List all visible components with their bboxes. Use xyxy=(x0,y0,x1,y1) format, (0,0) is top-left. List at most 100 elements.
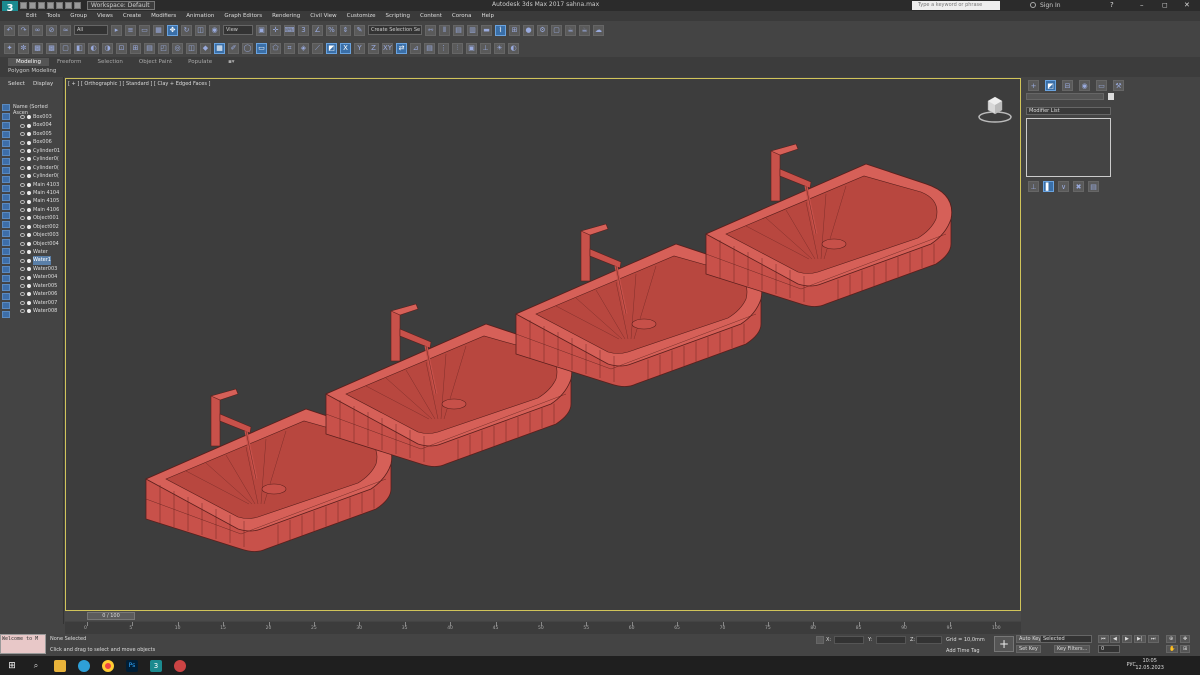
menu-edit[interactable]: Edit xyxy=(26,13,37,19)
ribbon-toggle-icon[interactable]: ▬ xyxy=(481,24,492,36)
maxscript-listener[interactable]: Welcome to M xyxy=(0,634,46,654)
key-mode-dropdown[interactable]: Selected xyxy=(1040,635,1092,643)
axis-xy-icon[interactable]: XY xyxy=(382,42,393,54)
next-frame-icon[interactable]: ▶| xyxy=(1134,635,1146,643)
align-icon[interactable]: ⫴ xyxy=(439,24,450,36)
more-icon[interactable] xyxy=(74,2,81,9)
scene-object-item[interactable]: Main 4103 xyxy=(20,181,60,189)
menu-corona[interactable]: Corona xyxy=(452,13,472,19)
3dsmax-taskbar-icon[interactable]: 3 xyxy=(150,659,162,672)
windows-start-icon[interactable]: ⊞ xyxy=(6,660,18,672)
filter-icon[interactable] xyxy=(2,104,10,111)
scene-object-item[interactable]: Cylinder0( xyxy=(20,155,60,163)
scene-object-item[interactable]: Main 4105 xyxy=(20,197,60,205)
scene-object-item[interactable]: Water005 xyxy=(20,282,60,290)
snap-edge-icon[interactable]: ⟋ xyxy=(312,42,323,54)
window-crossing-icon[interactable]: ▦ xyxy=(153,24,164,36)
place-highlight-icon[interactable]: ☀ xyxy=(494,42,505,54)
isolate-icon[interactable]: ◐ xyxy=(88,42,99,54)
snap-grid-icon[interactable]: ⌗ xyxy=(284,42,295,54)
go-end-icon[interactable]: ⏭ xyxy=(1148,635,1159,643)
ribbon-tab-object-paint[interactable]: Object Paint xyxy=(131,58,180,66)
visibility-eye-icon[interactable] xyxy=(20,233,25,238)
scene-object-item[interactable]: Box004 xyxy=(20,121,60,129)
visibility-eye-icon[interactable] xyxy=(20,123,25,128)
filter-icon[interactable] xyxy=(2,311,10,318)
object-color-swatch[interactable] xyxy=(1108,93,1114,100)
link-icon[interactable]: ∞ xyxy=(32,24,43,36)
pan-icon[interactable]: ✋ xyxy=(1166,645,1179,653)
scene-object-item[interactable]: Object004 xyxy=(20,240,60,248)
select-rotate-icon[interactable]: ↻ xyxy=(181,24,192,36)
display-tab-icon[interactable]: ▭ xyxy=(1096,80,1107,91)
filter-icon[interactable] xyxy=(2,302,10,309)
select-manipulate-icon[interactable]: ✛ xyxy=(270,24,281,36)
filter-icon[interactable] xyxy=(2,230,10,237)
close-icon[interactable]: ✕ xyxy=(1184,1,1190,9)
filter-icon[interactable] xyxy=(2,149,10,156)
undo-icon[interactable]: ↶ xyxy=(4,24,15,36)
filter-icon[interactable] xyxy=(2,239,10,246)
ribbon-tab-populate[interactable]: Populate xyxy=(180,58,220,66)
snap-face-icon[interactable]: ◩ xyxy=(326,42,337,54)
visibility-eye-icon[interactable] xyxy=(20,182,25,187)
scene-object-item[interactable]: Water006 xyxy=(20,290,60,298)
menu-views[interactable]: Views xyxy=(97,13,113,19)
search-icon[interactable]: ⌕ xyxy=(30,660,42,672)
filter-icon[interactable] xyxy=(2,248,10,255)
axis-x-icon[interactable]: X xyxy=(340,42,351,54)
show-end-result-icon[interactable]: ▌ xyxy=(1043,181,1054,192)
box-mode-icon[interactable]: ▢ xyxy=(60,42,71,54)
filter-icon[interactable] xyxy=(2,293,10,300)
visibility-eye-icon[interactable] xyxy=(20,250,25,255)
mirror-icon[interactable]: ⇿ xyxy=(425,24,436,36)
select-tool-icon[interactable]: ▦ xyxy=(214,42,225,54)
container-icon[interactable]: ▤ xyxy=(144,42,155,54)
x-coordinate-field[interactable] xyxy=(834,636,864,644)
menu-rendering[interactable]: Rendering xyxy=(272,13,300,19)
opera-icon[interactable] xyxy=(174,659,186,672)
scene-object-item[interactable]: Object001 xyxy=(20,214,60,222)
select-scale-icon[interactable]: ◫ xyxy=(195,24,206,36)
scene-object-item[interactable]: Main 4106 xyxy=(20,206,60,214)
visibility-eye-icon[interactable] xyxy=(20,216,25,221)
scene-object-item[interactable]: Water008 xyxy=(20,307,60,315)
lock-selection-icon[interactable] xyxy=(816,636,824,644)
visibility-eye-icon[interactable] xyxy=(20,140,25,145)
visibility-eye-icon[interactable] xyxy=(20,165,25,170)
visibility-eye-icon[interactable] xyxy=(20,208,25,213)
filter-icon[interactable] xyxy=(2,266,10,273)
select-place-icon[interactable]: ◉ xyxy=(209,24,220,36)
menu-content[interactable]: Content xyxy=(420,13,442,19)
paint-select-icon[interactable]: ✐ xyxy=(228,42,239,54)
unlink-icon[interactable]: ⊘ xyxy=(46,24,57,36)
ribbon-options-icon[interactable]: ▪▾ xyxy=(220,58,243,66)
visibility-eye-icon[interactable] xyxy=(20,132,25,137)
layer-icon[interactable]: ▩ xyxy=(32,42,43,54)
menu-graph-editors[interactable]: Graph Editors xyxy=(224,13,262,19)
hierarchy-tab-icon[interactable]: ⊟ xyxy=(1062,80,1073,91)
fence-icon[interactable]: ⬠ xyxy=(270,42,281,54)
file-explorer-icon[interactable] xyxy=(54,659,66,672)
render-layer-icon[interactable]: ▩ xyxy=(46,42,57,54)
menu-civil-view[interactable]: Civil View xyxy=(310,13,336,19)
filter-icon[interactable] xyxy=(2,185,10,192)
spinner-snap-icon[interactable]: ⇕ xyxy=(340,24,351,36)
scene-object-item[interactable]: Water003 xyxy=(20,265,60,273)
filter-icon[interactable] xyxy=(2,122,10,129)
visibility-eye-icon[interactable] xyxy=(20,148,25,153)
workspace-dropdown[interactable]: Workspace: Default xyxy=(87,1,155,10)
scene-object-item[interactable]: Cylinder0( xyxy=(20,164,60,172)
select-move-icon[interactable]: ✥ xyxy=(167,24,178,36)
visibility-eye-icon[interactable] xyxy=(20,292,25,297)
filter-icon[interactable] xyxy=(2,257,10,264)
filter-icon[interactable] xyxy=(2,221,10,228)
object-name-field[interactable] xyxy=(1026,93,1104,100)
clone-align-icon[interactable]: ⫶ xyxy=(452,42,463,54)
orbit-icon[interactable]: ✥ xyxy=(1180,635,1191,643)
visibility-eye-icon[interactable] xyxy=(20,174,25,179)
array-icon[interactable]: ▤ xyxy=(424,42,435,54)
menu-create[interactable]: Create xyxy=(123,13,141,19)
key-filters-button[interactable]: Key Filters... xyxy=(1054,645,1091,653)
camera-icon[interactable]: ◰ xyxy=(158,42,169,54)
